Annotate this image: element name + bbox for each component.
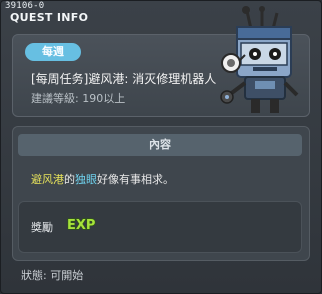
quest-id: 39106-0 [5, 1, 45, 11]
level-requirement: 建議等級: 190以上 [31, 92, 126, 105]
content-header: 內容 [18, 134, 302, 156]
exp-icon: EXP [66, 217, 96, 233]
content-header-label: 內容 [149, 138, 171, 151]
quest-description: 避风港的独眼好像有事相求。 [31, 171, 174, 187]
reward-label: 獎勵 [31, 221, 53, 234]
weekly-badge: 每週 [25, 43, 81, 61]
quest-info-window: 39106-0 QUEST INFO 每週 [每周任务]避风港: 消灭修理机器人… [0, 0, 322, 294]
npc-name: 独眼 [75, 173, 97, 186]
desc-rest: 好像有事相求。 [97, 173, 174, 186]
quest-status: 狀態: 可開始 [21, 269, 84, 282]
exp-icon-text: EXP [67, 218, 95, 233]
window-title: QUEST INFO [10, 11, 89, 24]
quest-name: [每周任务]避风港: 消灭修理机器人 [31, 72, 217, 86]
reward-box [18, 201, 302, 253]
robot-npc-illustration [220, 6, 299, 113]
desc-connector: 的 [64, 173, 75, 186]
location-name: 避风港 [31, 173, 64, 186]
